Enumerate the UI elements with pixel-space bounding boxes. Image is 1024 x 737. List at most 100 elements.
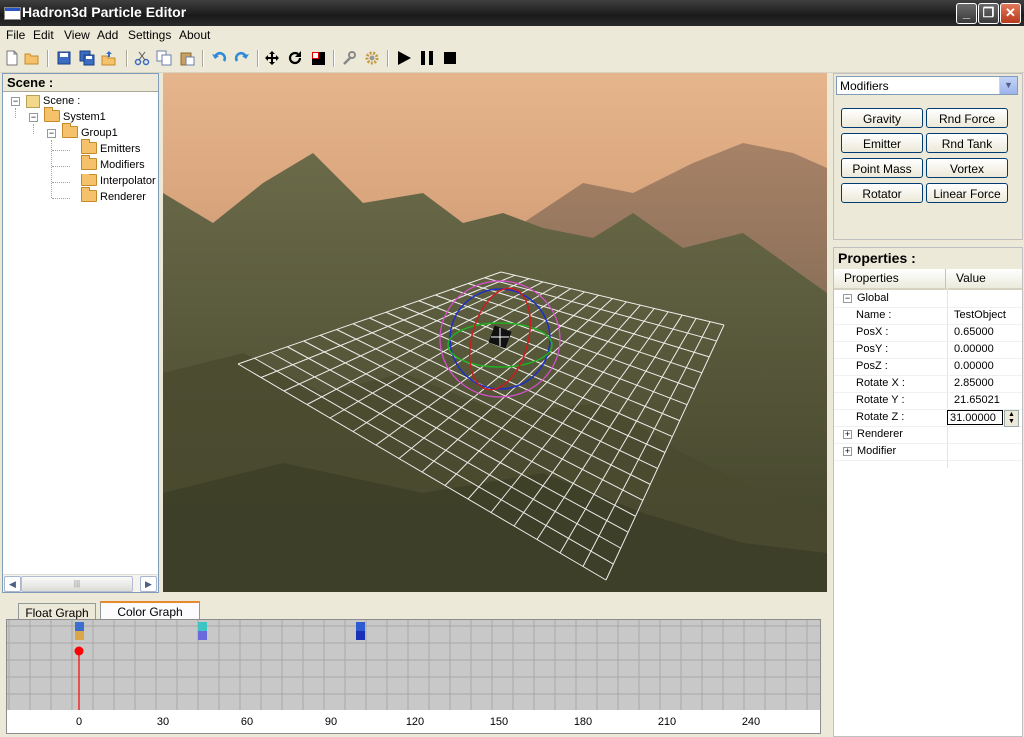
gravity-button[interactable]: Gravity (841, 108, 923, 128)
folder-icon (81, 155, 97, 171)
property-row[interactable]: Rotate Y : 21.65021 (834, 392, 1022, 410)
property-name: PosX : (856, 326, 889, 338)
modifiers-dropdown[interactable]: Modifiers ▼ (836, 76, 1018, 95)
menu-about[interactable]: About (179, 28, 210, 42)
scroll-right-icon[interactable]: ▶ (140, 576, 157, 592)
color-key[interactable] (356, 631, 365, 640)
new-file-icon[interactable] (4, 50, 20, 66)
redo-icon[interactable] (234, 50, 250, 66)
x-tick-label: 30 (156, 716, 170, 728)
category-global[interactable]: − Global (834, 290, 1022, 308)
menu-edit[interactable]: Edit (33, 28, 54, 42)
rnd-force-button[interactable]: Rnd Force (926, 108, 1008, 128)
property-value[interactable]: 0.00000 (954, 358, 1020, 375)
x-tick-label: 210 (657, 716, 677, 728)
properties-header: Properties : (834, 248, 1022, 269)
property-value[interactable]: 2.85000 (954, 375, 1020, 392)
property-row[interactable]: PosY : 0.00000 (834, 341, 1022, 359)
gear-icon[interactable] (364, 50, 380, 66)
menu-view[interactable]: View (64, 28, 90, 42)
property-row[interactable]: Rotate X : 2.85000 (834, 375, 1022, 393)
point-mass-button[interactable]: Point Mass (841, 158, 923, 178)
pause-icon[interactable] (419, 50, 435, 66)
scroll-thumb[interactable]: ||| (21, 576, 133, 592)
property-value[interactable]: 0.00000 (954, 341, 1020, 358)
color-key[interactable] (356, 622, 365, 631)
cut-icon[interactable] (134, 50, 150, 66)
horizontal-scrollbar[interactable]: ◀ ||| ▶ (3, 574, 158, 592)
minimize-button[interactable]: _ (956, 3, 977, 24)
rnd-tank-button[interactable]: Rnd Tank (926, 133, 1008, 153)
play-icon[interactable] (396, 50, 412, 66)
property-value[interactable]: 21.65021 (954, 392, 1020, 409)
maximize-button[interactable]: ❐ (978, 3, 999, 24)
window-title: Hadron3d Particle Editor (22, 4, 187, 20)
category-modifier[interactable]: + Modifier (834, 443, 1022, 461)
properties-panel: Properties : Properties Value − Global N… (833, 247, 1023, 737)
rotator-button[interactable]: Rotator (841, 183, 923, 203)
menu-add[interactable]: Add (97, 28, 118, 42)
emitter-button[interactable]: Emitter (841, 133, 923, 153)
menu-file[interactable]: File (6, 28, 25, 42)
property-value[interactable]: TestObject (954, 307, 1020, 324)
collapse-icon[interactable]: − (29, 113, 38, 122)
properties-column-header: Properties Value (834, 269, 1022, 290)
scroll-left-icon[interactable]: ◀ (4, 576, 21, 592)
category-label: Modifier (857, 445, 897, 457)
copy-icon[interactable] (156, 50, 172, 66)
color-key[interactable] (198, 631, 207, 640)
viewport-scene (163, 143, 827, 592)
move-icon[interactable] (264, 50, 280, 66)
menu-settings[interactable]: Settings (128, 28, 171, 42)
property-value[interactable]: 0.65000 (954, 324, 1020, 341)
tree-item-renderer[interactable]: Renderer (81, 187, 146, 205)
property-name: PosZ : (856, 360, 888, 372)
modifiers-panel: Modifiers ▼ Gravity Rnd Force Emitter Rn… (833, 73, 1023, 240)
vortex-button[interactable]: Vortex (926, 158, 1008, 178)
tree-label: Renderer (100, 191, 146, 203)
color-graph-canvas[interactable]: 0 30 60 90 120 150 180 210 240 (6, 619, 821, 734)
property-row[interactable]: Name : TestObject (834, 307, 1022, 325)
color-key[interactable] (75, 631, 84, 640)
tree-item-interpolator[interactable]: Interpolator (81, 174, 157, 189)
tree-label: Interpolator (100, 175, 156, 187)
column-value[interactable]: Value (950, 269, 1020, 288)
open-folder-icon[interactable] (24, 50, 40, 66)
property-row-selected[interactable]: Rotate Z : 31.00000 ▲ ▼ (834, 409, 1022, 427)
rotate-z-input[interactable]: 31.00000 (947, 410, 1003, 425)
folder-icon (81, 187, 97, 203)
paste-icon[interactable] (179, 50, 195, 66)
scale-icon[interactable] (310, 50, 326, 66)
3d-viewport[interactable] (163, 73, 827, 592)
collapse-icon[interactable]: − (11, 97, 20, 106)
property-row[interactable]: PosZ : 0.00000 (834, 358, 1022, 376)
wrench-icon[interactable] (341, 50, 357, 66)
chevron-down-icon[interactable]: ▼ (999, 77, 1017, 94)
tree-label: Emitters (100, 143, 141, 155)
export-icon[interactable] (101, 50, 117, 66)
category-renderer[interactable]: + Renderer (834, 426, 1022, 444)
tree-label-scene: Scene : (43, 95, 81, 107)
graph-area: Float Graph Color Graph 0 30 60 90 120 1… (2, 598, 824, 735)
collapse-icon[interactable]: − (843, 294, 852, 303)
tab-color-graph[interactable]: Color Graph (100, 601, 200, 620)
tree-item-modifiers[interactable]: Modifiers (81, 155, 145, 173)
linear-force-button[interactable]: Linear Force (926, 183, 1008, 203)
expand-icon[interactable]: + (843, 447, 852, 456)
expand-icon[interactable]: + (843, 430, 852, 439)
stop-icon[interactable] (442, 50, 458, 66)
color-key[interactable] (75, 622, 84, 631)
rotate-icon[interactable] (287, 50, 303, 66)
column-properties[interactable]: Properties (838, 269, 946, 288)
property-row[interactable]: PosX : 0.65000 (834, 324, 1022, 342)
x-tick-label: 240 (741, 716, 761, 728)
save-icon[interactable] (56, 50, 72, 66)
scene-panel: Scene : − Scene : − System1 − Group1 Emi… (2, 73, 159, 593)
save-all-icon[interactable] (79, 50, 95, 66)
undo-icon[interactable] (211, 50, 227, 66)
collapse-icon[interactable]: − (47, 129, 56, 138)
color-key[interactable] (198, 622, 207, 631)
spinner-icon[interactable]: ▲ ▼ (1004, 410, 1019, 427)
close-button[interactable]: ✕ (1000, 3, 1021, 24)
property-name: PosY : (856, 343, 889, 355)
